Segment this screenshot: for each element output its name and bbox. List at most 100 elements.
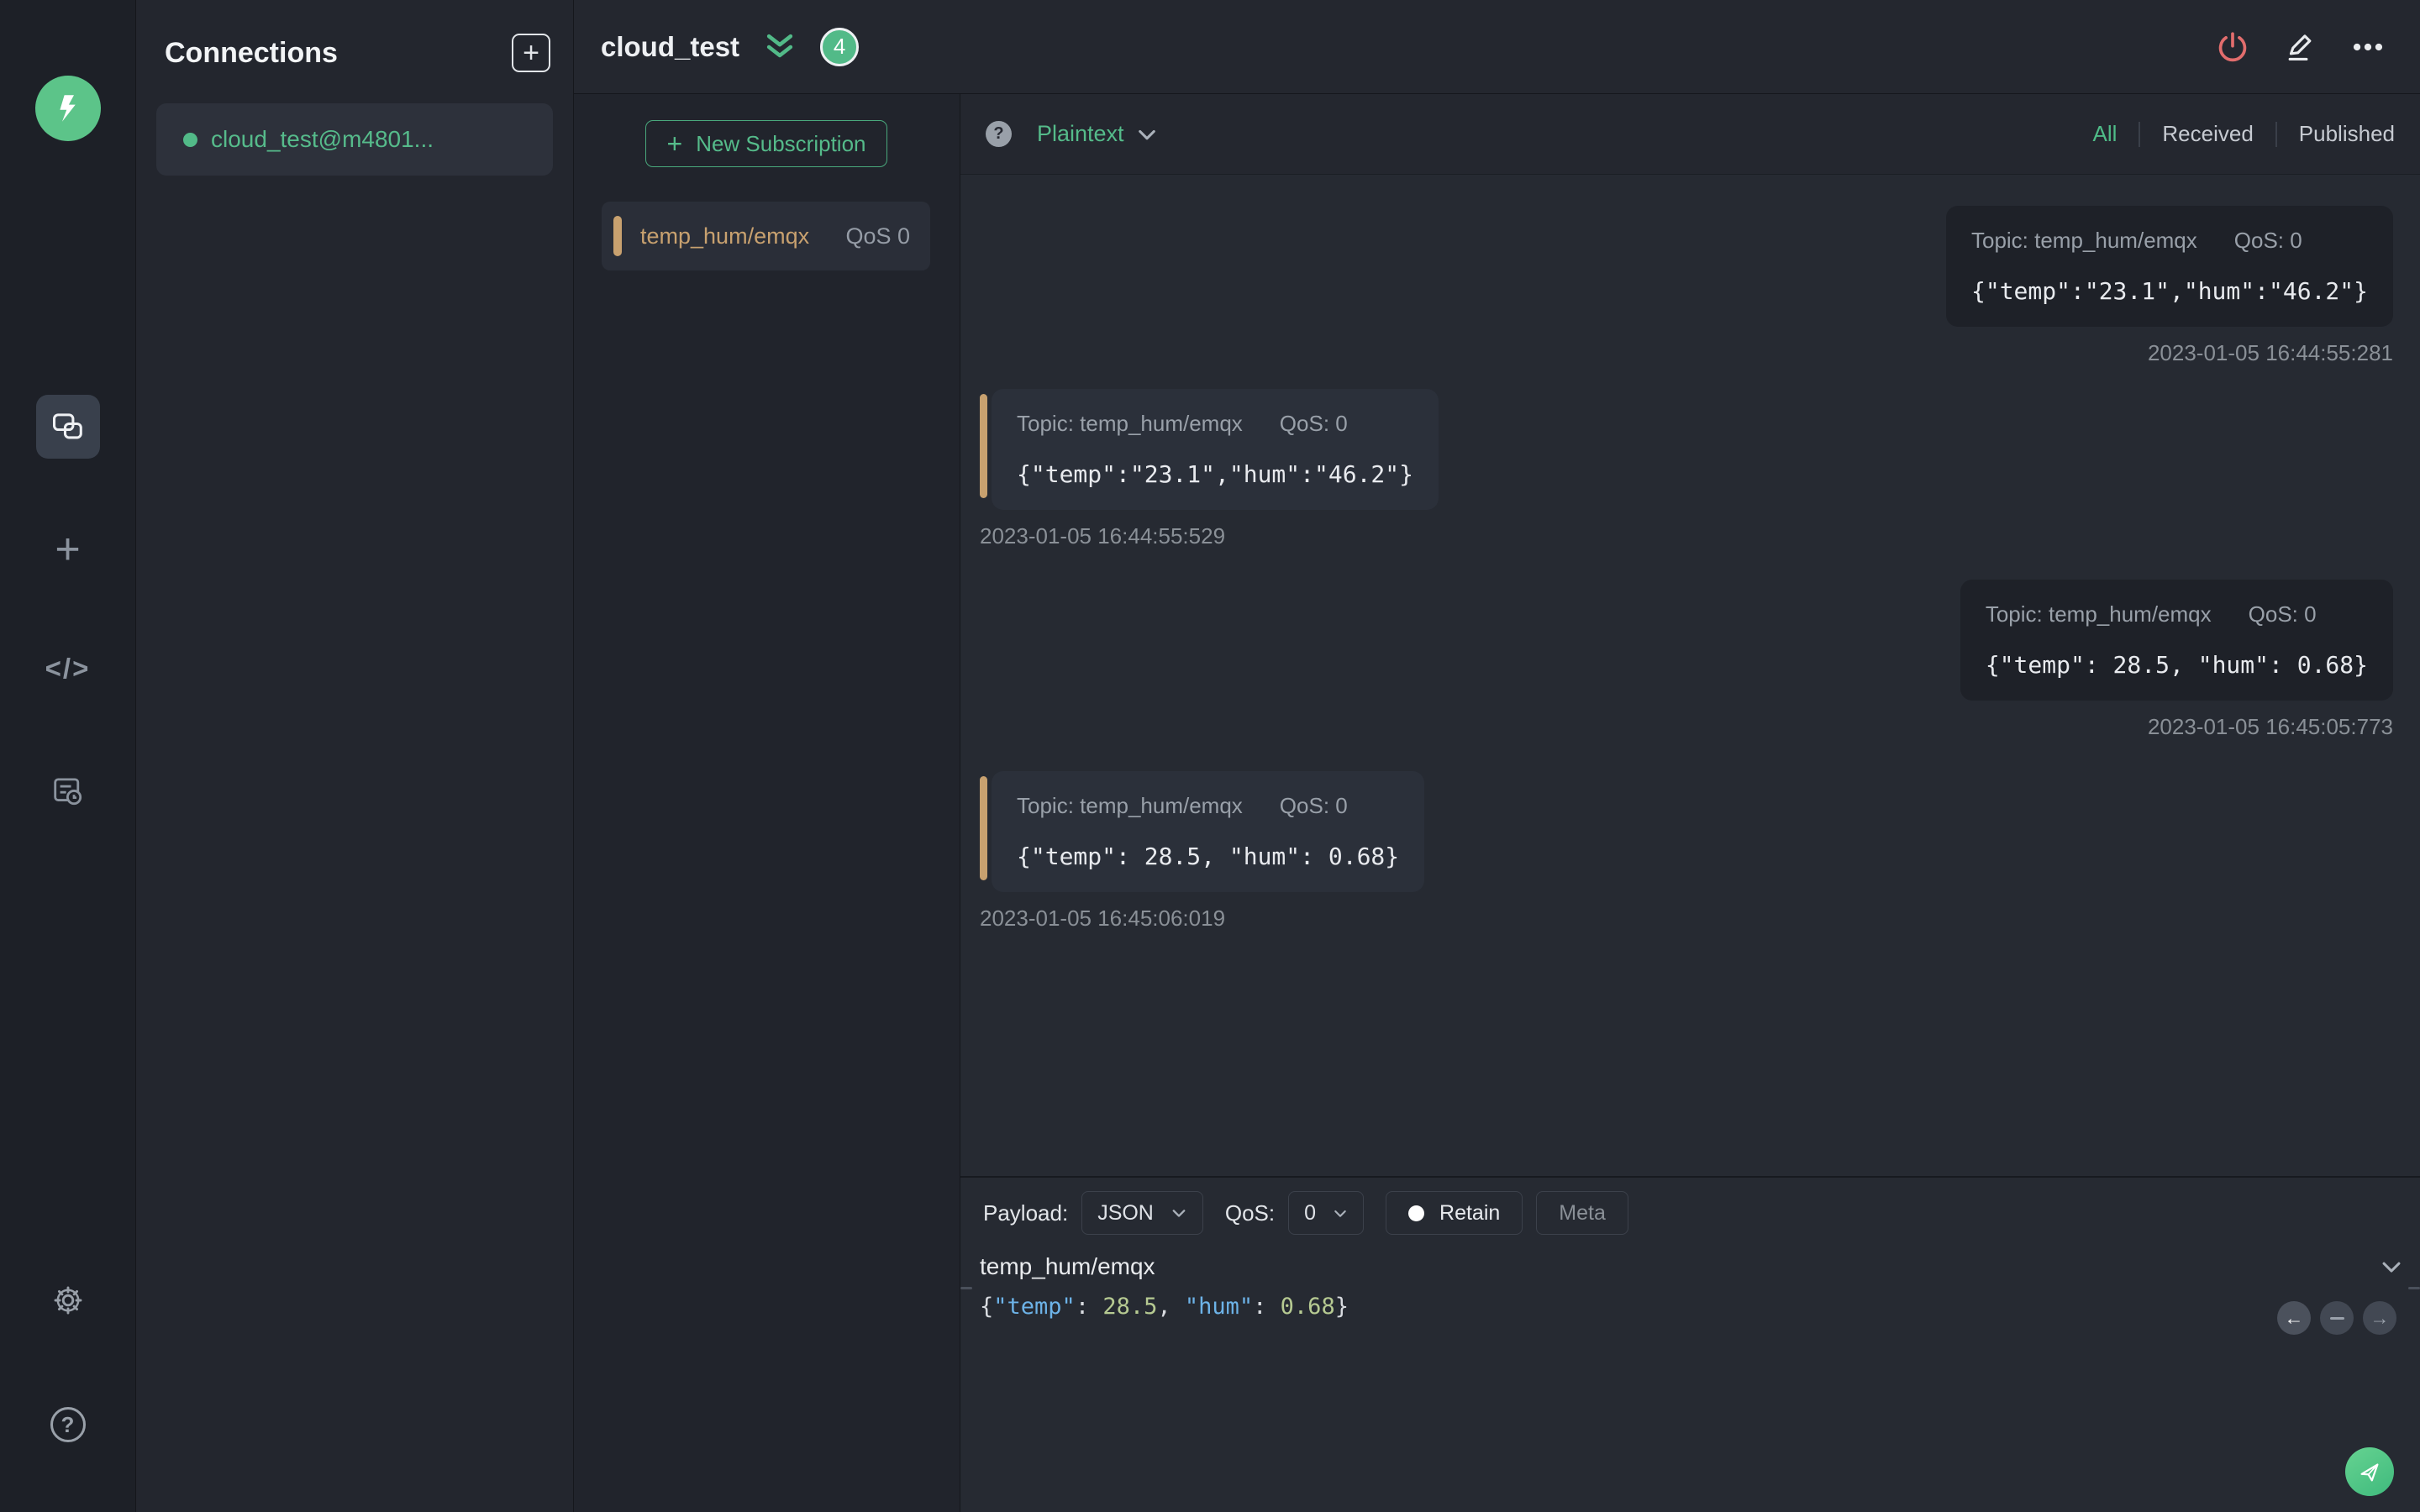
retain-toggle-button[interactable]: Retain [1386, 1191, 1523, 1235]
plus-icon: + [666, 129, 683, 159]
payload-token: 0.68 [1280, 1294, 1335, 1320]
payload-type-value: JSON [1097, 1200, 1154, 1225]
nav-script-button[interactable]: </> [36, 637, 100, 701]
subscription-qos: QoS 0 [845, 223, 910, 249]
connections-panel: Connections + cloud_test@m4801... [136, 0, 574, 1512]
chevron-down-icon [1334, 1210, 1346, 1217]
payload-format-help-icon[interactable]: ? [986, 121, 1012, 147]
message-qos: QoS: 0 [2248, 601, 2317, 627]
topic-input[interactable]: temp_hum/emqx [980, 1253, 1155, 1280]
message-filters: All Received Published [2092, 121, 2395, 147]
content-area: + New Subscription temp_hum/emqx QoS 0 ?… [574, 94, 2420, 1512]
message-payload: {"temp":"23.1","hum":"46.2"} [1017, 460, 1414, 488]
message-bubble[interactable]: Topic: temp_hum/emqx QoS: 0 {"temp":"23.… [992, 389, 1439, 510]
qos-label: QoS: [1224, 1200, 1276, 1226]
topbar-actions [2215, 29, 2386, 65]
meta-label: Meta [1559, 1200, 1606, 1225]
add-connection-button[interactable]: + [512, 34, 550, 72]
subscriptions-panel: + New Subscription temp_hum/emqx QoS 0 [574, 94, 960, 1512]
history-clear-button[interactable] [2320, 1301, 2354, 1335]
edit-connection-button[interactable] [2282, 29, 2317, 65]
nav-connections-button[interactable] [35, 395, 100, 459]
payload-token: { [980, 1294, 994, 1320]
help-question-icon: ? [50, 1407, 86, 1442]
payload-format-select[interactable]: Plaintext [1037, 121, 1124, 147]
message-list: Topic: temp_hum/emqx QoS: 0 {"temp":"23.… [960, 175, 2420, 1176]
subscription-topic: temp_hum/emqx [640, 223, 810, 249]
payload-input[interactable]: {"temp": 28.5, "hum": 0.68} [980, 1294, 1349, 1320]
payload-token: "hum" [1184, 1294, 1254, 1320]
received-message: Topic: temp_hum/emqx QoS: 0 {"temp": 28.… [980, 771, 1425, 932]
message-timestamp: 2023-01-05 16:44:55:281 [2147, 340, 2393, 365]
settings-gear-icon [54, 1286, 82, 1315]
chevron-down-icon[interactable] [1136, 125, 1158, 144]
subscription-item[interactable]: temp_hum/emqx QoS 0 [602, 202, 930, 270]
message-payload: {"temp": 28.5, "hum": 0.68} [1985, 651, 2368, 679]
history-next-button[interactable]: → [2363, 1301, 2396, 1335]
mqttx-logo [34, 76, 101, 141]
message-qos: QoS: 0 [1279, 793, 1348, 818]
app-sidebar: + </> ? [0, 0, 136, 1512]
connection-list-item[interactable]: cloud_test@m4801... [156, 103, 553, 176]
new-subscription-label: New Subscription [696, 130, 866, 156]
messages-toolbar: ? Plaintext All Received Published [960, 94, 2420, 175]
chevron-down-icon [1172, 1210, 1186, 1217]
meta-button[interactable]: Meta [1536, 1191, 1628, 1235]
messages-pane: ? Plaintext All Received Published Topic… [960, 94, 2420, 1512]
square-plus-icon: + [523, 37, 539, 69]
message-payload: {"temp": 28.5, "hum": 0.68} [1017, 843, 1400, 870]
qos-select[interactable]: 0 [1288, 1191, 1365, 1235]
plus-icon: + [55, 525, 81, 574]
filter-divider [2275, 121, 2277, 147]
connection-title: cloud_test [601, 30, 740, 62]
message-bubble[interactable]: Topic: temp_hum/emqx QoS: 0 {"temp": 28.… [1960, 580, 2393, 701]
send-button[interactable] [2345, 1447, 2394, 1496]
resize-handle-tick[interactable] [2408, 1287, 2420, 1289]
subscription-color-bar [980, 776, 987, 880]
new-subscription-button[interactable]: + New Subscription [645, 120, 887, 167]
published-message: Topic: temp_hum/emqx QoS: 0 {"temp":"23.… [1945, 206, 2393, 366]
message-qos: QoS: 0 [1279, 411, 1348, 436]
nav-settings-button[interactable] [36, 1268, 100, 1332]
connected-status-dot [183, 132, 197, 147]
subscription-count-badge: 4 [820, 27, 860, 66]
payload-token: 28.5 [1102, 1294, 1158, 1320]
message-timestamp: 2023-01-05 16:45:06:019 [980, 906, 1226, 931]
filter-published[interactable]: Published [2299, 121, 2395, 147]
subscription-color-bar [613, 216, 622, 256]
retain-dot-icon [1408, 1205, 1425, 1221]
filter-all[interactable]: All [2092, 121, 2117, 147]
publish-options-bar: Payload: JSON QoS: 0 Retain Meta [983, 1191, 1628, 1235]
message-qos: QoS: 0 [2233, 228, 2302, 253]
message-timestamp: 2023-01-05 16:44:55:529 [980, 523, 1226, 549]
collapse-editor-chevron-icon[interactable] [2380, 1257, 2403, 1277]
publish-editor: Payload: JSON QoS: 0 Retain Meta temp_hu… [960, 1176, 2420, 1512]
send-paper-plane-icon [2360, 1463, 2379, 1482]
message-topic: Topic: temp_hum/emqx [1970, 228, 2197, 253]
message-topic: Topic: temp_hum/emqx [1017, 793, 1243, 818]
nav-help-button[interactable]: ? [36, 1393, 100, 1457]
resize-handle-tick[interactable] [960, 1287, 972, 1289]
expand-connection-chevrons-icon[interactable] [761, 30, 798, 64]
more-options-button[interactable] [2349, 29, 2386, 65]
published-message: Topic: temp_hum/emqx QoS: 0 {"temp": 28.… [1960, 580, 2393, 740]
payload-token: : [1075, 1294, 1103, 1320]
payload-token: } [1334, 1294, 1349, 1320]
nav-log-button[interactable] [36, 759, 100, 823]
filter-received[interactable]: Received [2162, 121, 2253, 147]
received-message: Topic: temp_hum/emqx QoS: 0 {"temp":"23.… [980, 389, 1439, 549]
nav-new-connection-button[interactable]: + [36, 517, 100, 581]
disconnect-power-button[interactable] [2215, 29, 2250, 65]
payload-token: : [1253, 1294, 1281, 1320]
connection-item-label: cloud_test@m4801... [211, 126, 434, 152]
payload-type-select[interactable]: JSON [1081, 1191, 1203, 1235]
subscription-color-bar [980, 394, 987, 498]
message-bubble[interactable]: Topic: temp_hum/emqx QoS: 0 {"temp":"23.… [1945, 206, 2393, 327]
payload-token: "temp" [993, 1294, 1076, 1320]
log-icon [53, 778, 82, 806]
history-prev-button[interactable]: ← [2277, 1301, 2311, 1335]
retain-label: Retain [1439, 1200, 1501, 1225]
message-topic: Topic: temp_hum/emqx [1985, 601, 2212, 627]
message-bubble[interactable]: Topic: temp_hum/emqx QoS: 0 {"temp": 28.… [992, 771, 1425, 892]
connections-icon [52, 413, 82, 439]
